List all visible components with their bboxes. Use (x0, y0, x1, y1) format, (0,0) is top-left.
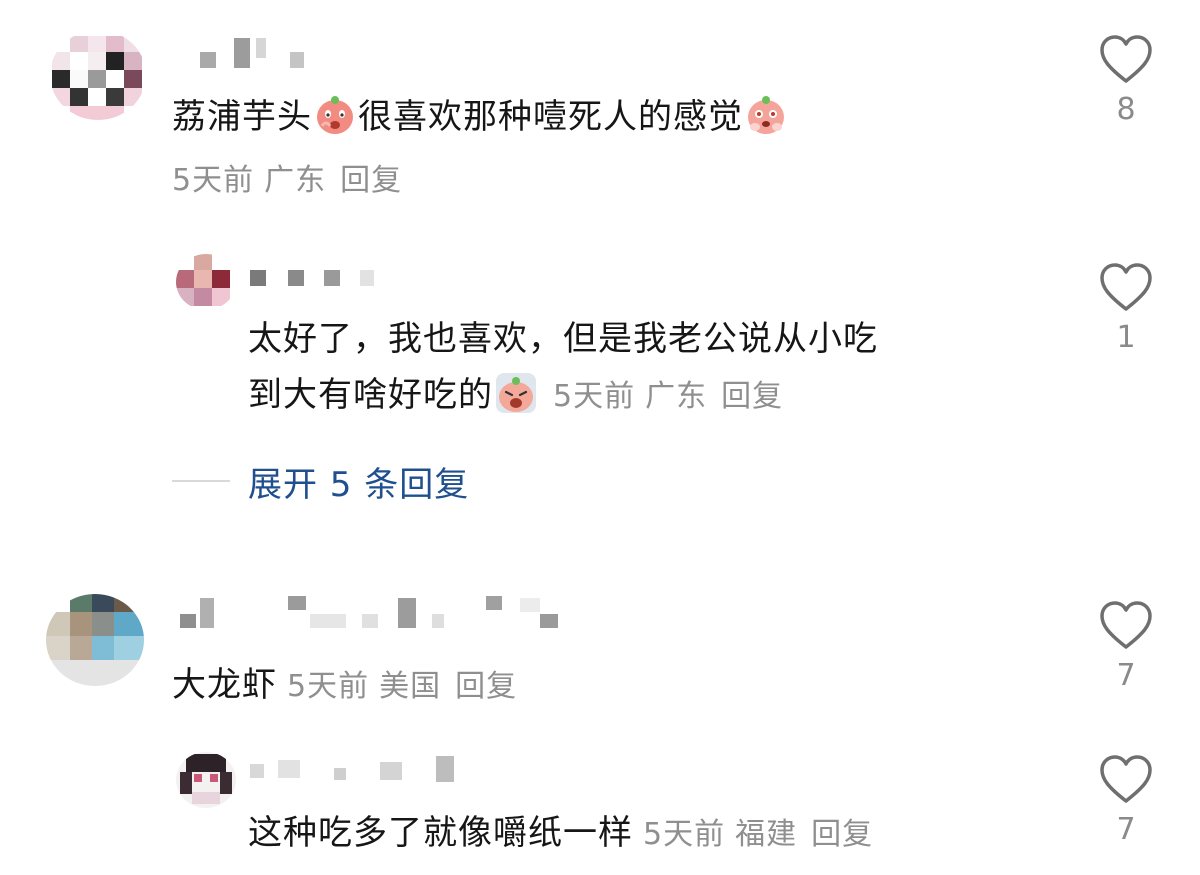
pixelated-avatar-image (50, 30, 146, 120)
username-blurred[interactable] (250, 756, 470, 784)
reply-region: 广东 (645, 379, 708, 414)
comment-region: 广东 (264, 163, 327, 198)
reply-button[interactable]: 回复 (811, 817, 873, 852)
comment-text: 大龙虾 5天前 美国 回复 (172, 658, 517, 714)
pixelated-avatar-image (46, 594, 144, 686)
comment-text: 荔浦芋头 很喜欢那种噎死人的感觉 (172, 90, 789, 144)
comment-time: 5天前 (172, 163, 255, 198)
comment-text-content: 大龙虾 (172, 665, 277, 705)
comment-region: 美国 (379, 669, 442, 704)
reply-time: 5天前 (643, 817, 726, 852)
expand-replies-label: 展开 5 条回复 (248, 464, 470, 505)
like-count: 8 (1116, 92, 1136, 127)
reply-text: 太好了，我也喜欢，但是我老公说从小吃 (248, 312, 878, 366)
like-button[interactable]: 1 (1096, 262, 1156, 355)
like-count: 1 (1116, 320, 1136, 355)
avatar[interactable] (176, 752, 236, 808)
divider-line (172, 480, 230, 482)
pixelated-avatar-image (176, 752, 236, 808)
reply-text-line2: 到大有啥好吃的 (248, 375, 493, 415)
comment-text-part1: 荔浦芋头 (172, 97, 312, 137)
like-count: 7 (1116, 658, 1136, 693)
reply-text-line1: 太好了，我也喜欢，但是我老公说从小吃 (248, 319, 878, 359)
username-blurred[interactable] (180, 594, 570, 634)
avatar[interactable] (46, 594, 144, 686)
like-count: 7 (1116, 812, 1136, 847)
heart-icon (1100, 601, 1152, 649)
expand-replies-button[interactable]: 展开 5 条回复 (172, 456, 469, 506)
heart-icon (1100, 755, 1152, 803)
reply-text-second-line: 到大有啥好吃的 5天前 广东 回复 (248, 368, 783, 424)
reply-text-content: 这种吃多了就像嚼纸一样 (248, 813, 633, 853)
like-button[interactable]: 7 (1096, 754, 1156, 847)
crying-face-emoji (495, 372, 537, 414)
shy-face-emoji (745, 94, 787, 136)
username-blurred[interactable] (196, 34, 316, 74)
comment-time: 5天前 (287, 669, 370, 704)
reply-button[interactable]: 回复 (455, 669, 517, 704)
pixelated-avatar-image (176, 254, 236, 310)
reply-button[interactable]: 回复 (721, 379, 783, 414)
comment-text-part2: 很喜欢那种噎死人的感觉 (358, 97, 743, 137)
reply-button[interactable]: 回复 (340, 163, 402, 198)
username-blurred[interactable] (250, 266, 390, 292)
like-button[interactable]: 7 (1096, 600, 1156, 693)
heart-icon (1100, 35, 1152, 83)
avatar[interactable] (50, 30, 146, 120)
heart-icon (1100, 263, 1152, 311)
avatar[interactable] (176, 254, 236, 310)
reply-text: 这种吃多了就像嚼纸一样 5天前 福建 回复 (248, 806, 873, 862)
angry-face-emoji (314, 94, 356, 136)
reply-region: 福建 (735, 817, 798, 852)
like-button[interactable]: 8 (1096, 34, 1156, 127)
comment-meta: 5天前 广东 回复 (172, 154, 402, 208)
reply-time: 5天前 (553, 379, 636, 414)
